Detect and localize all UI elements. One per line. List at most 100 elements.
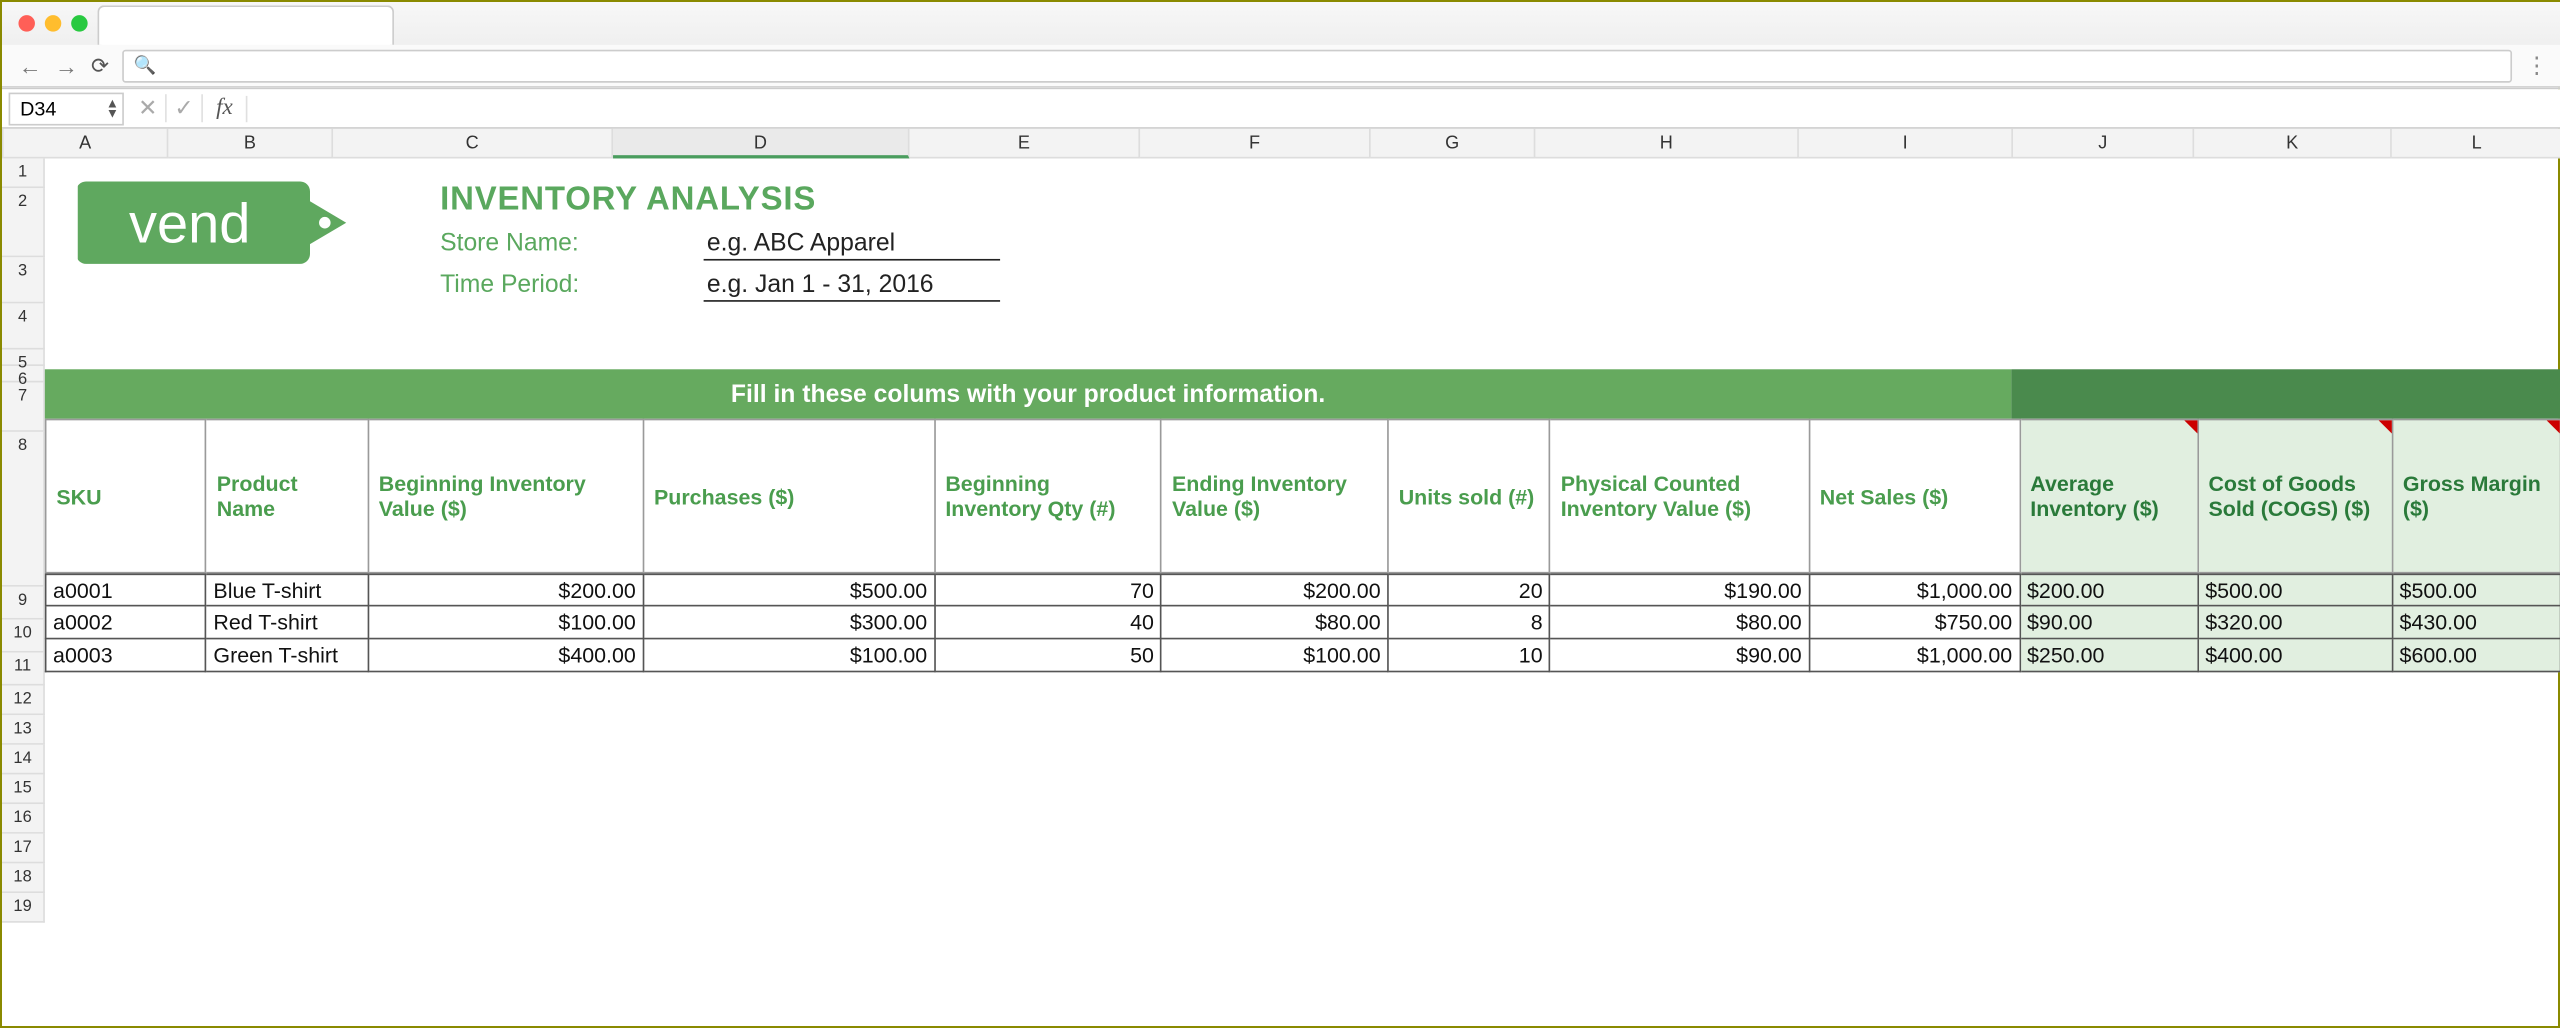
table-header[interactable]: Beginning Inventory Value ($) [369,419,644,574]
table-cell[interactable]: $1,000.00 [1810,639,2021,672]
cancel-formula-button[interactable]: ✕ [130,94,166,122]
table-header[interactable]: SKU [45,419,207,574]
maximize-window-button[interactable] [71,15,87,31]
table-cell[interactable]: $200.00 [1162,574,1389,607]
table-cell[interactable]: $500.00 [2199,574,2393,607]
column-header[interactable]: B [168,129,333,159]
row-header[interactable]: 6 [2,366,45,382]
table-cell[interactable]: 70 [935,574,1162,607]
column-header[interactable]: F [1140,129,1371,159]
name-box[interactable]: D34 ▲▼ [9,92,124,125]
row-header[interactable]: 4 [2,303,45,349]
table-cell[interactable]: $200.00 [369,574,644,607]
column-header[interactable]: C [333,129,613,159]
column-header[interactable]: E [909,129,1140,159]
table-header[interactable]: Average Inventory ($) [2020,419,2198,574]
column-header[interactable]: J [2013,129,2194,159]
row-header[interactable]: 10 [2,620,45,653]
table-cell[interactable]: $100.00 [369,606,644,639]
table-cell[interactable]: $320.00 [2199,606,2393,639]
table-header[interactable]: Beginning Inventory Qty (#) [935,419,1162,574]
table-header[interactable]: Gross Margin ($) [2393,419,2560,574]
table-cell[interactable]: $80.00 [1551,606,1810,639]
store-name-value[interactable]: e.g. ABC Apparel [704,229,1000,260]
row-header[interactable]: 19 [2,893,45,923]
table-cell[interactable]: $250.00 [2020,639,2198,672]
table-header[interactable]: Net Sales ($) [1810,419,2021,574]
table-cell[interactable]: 40 [935,606,1162,639]
close-window-button[interactable] [18,15,34,31]
row-header[interactable]: 2 [2,188,45,257]
table-header[interactable]: Ending Inventory Value ($) [1162,419,1389,574]
row-header[interactable]: 18 [2,863,45,893]
table-cell[interactable]: $1,000.00 [1810,574,2021,607]
table-cell[interactable]: $430.00 [2393,606,2560,639]
table-header[interactable]: Cost of Goods Sold (COGS) ($) [2199,419,2393,574]
table-header[interactable]: Units sold (#) [1389,419,1551,574]
column-header[interactable]: D [613,129,909,159]
table-cell[interactable]: Green T-shirt [207,639,369,672]
table-header[interactable]: Physical Counted Inventory Value ($) [1551,419,1810,574]
table-row[interactable]: a0002Red T-shirt$100.00$300.0040$80.008$… [45,606,2560,639]
table-cell[interactable]: $100.00 [1162,639,1389,672]
row-header[interactable]: 1 [2,158,45,188]
table-cell[interactable]: $190.00 [1551,574,1810,607]
browser-tab[interactable] [98,5,394,45]
column-header[interactable]: H [1535,129,1799,159]
table-row[interactable]: a0001Blue T-shirt$200.00$500.0070$200.00… [45,574,2560,607]
column-header[interactable]: K [2194,129,2392,159]
table-cell[interactable]: a0002 [45,606,207,639]
time-period-value[interactable]: e.g. Jan 1 - 31, 2016 [704,270,1000,301]
table-cell[interactable]: $600.00 [2393,639,2560,672]
row-header[interactable]: 9 [2,587,45,620]
column-header[interactable]: I [1799,129,2013,159]
column-header[interactable]: L [2392,129,2560,159]
table-cell[interactable]: $200.00 [2020,574,2198,607]
table-cell[interactable]: Red T-shirt [207,606,369,639]
table-cell[interactable]: a0003 [45,639,207,672]
spreadsheet-grid[interactable]: vend INVENTORY ANALYSIS Store Name: e.g.… [45,158,2560,922]
table-cell[interactable]: $300.00 [644,606,935,639]
url-input[interactable]: 🔍 [122,49,2512,82]
row-header[interactable]: 3 [2,257,45,303]
accept-formula-button[interactable]: ✓ [167,94,203,122]
table-row[interactable]: a0003Green T-shirt$400.00$100.0050$100.0… [45,639,2560,672]
table-cell[interactable]: $750.00 [1810,606,2021,639]
comment-indicator-icon [2184,420,2197,433]
table-cell[interactable]: $500.00 [644,574,935,607]
row-header[interactable]: 11 [2,653,45,686]
row-header[interactable]: 15 [2,774,45,804]
table-cell[interactable]: $100.00 [644,639,935,672]
row-header[interactable]: 13 [2,715,45,745]
reload-button[interactable]: ⟳ [91,52,109,78]
row-header[interactable]: 16 [2,804,45,834]
table-cell[interactable]: $400.00 [2199,639,2393,672]
table-header[interactable]: Purchases ($) [644,419,935,574]
table-header[interactable]: Product Name [207,419,369,574]
row-header[interactable]: 8 [2,432,45,587]
table-cell[interactable]: $90.00 [2020,606,2198,639]
back-button[interactable]: ← [18,52,41,78]
row-header[interactable]: 17 [2,834,45,864]
column-header[interactable]: G [1371,129,1536,159]
minimize-window-button[interactable] [45,15,61,31]
table-cell[interactable]: Blue T-shirt [207,574,369,607]
table-cell[interactable]: $500.00 [2393,574,2560,607]
table-cell[interactable]: 20 [1389,574,1551,607]
table-cell[interactable]: $400.00 [369,639,644,672]
row-header[interactable]: 5 [2,350,45,366]
table-cell[interactable]: $80.00 [1162,606,1389,639]
table-cell[interactable]: $90.00 [1551,639,1810,672]
table-cell[interactable]: 8 [1389,606,1551,639]
forward-button[interactable]: → [55,52,78,78]
table-cell[interactable]: a0001 [45,574,207,607]
browser-chrome: ← → ⟳ 🔍 ⋮ [2,2,2560,89]
row-header[interactable]: 7 [2,382,45,431]
browser-menu-button[interactable]: ⋮ [2525,51,2545,79]
column-header[interactable]: A [4,129,169,159]
table-cell[interactable]: 10 [1389,639,1551,672]
row-header[interactable]: 14 [2,745,45,775]
row-header[interactable]: 12 [2,686,45,716]
table-cell[interactable]: 50 [935,639,1162,672]
formula-input[interactable] [248,89,2560,127]
